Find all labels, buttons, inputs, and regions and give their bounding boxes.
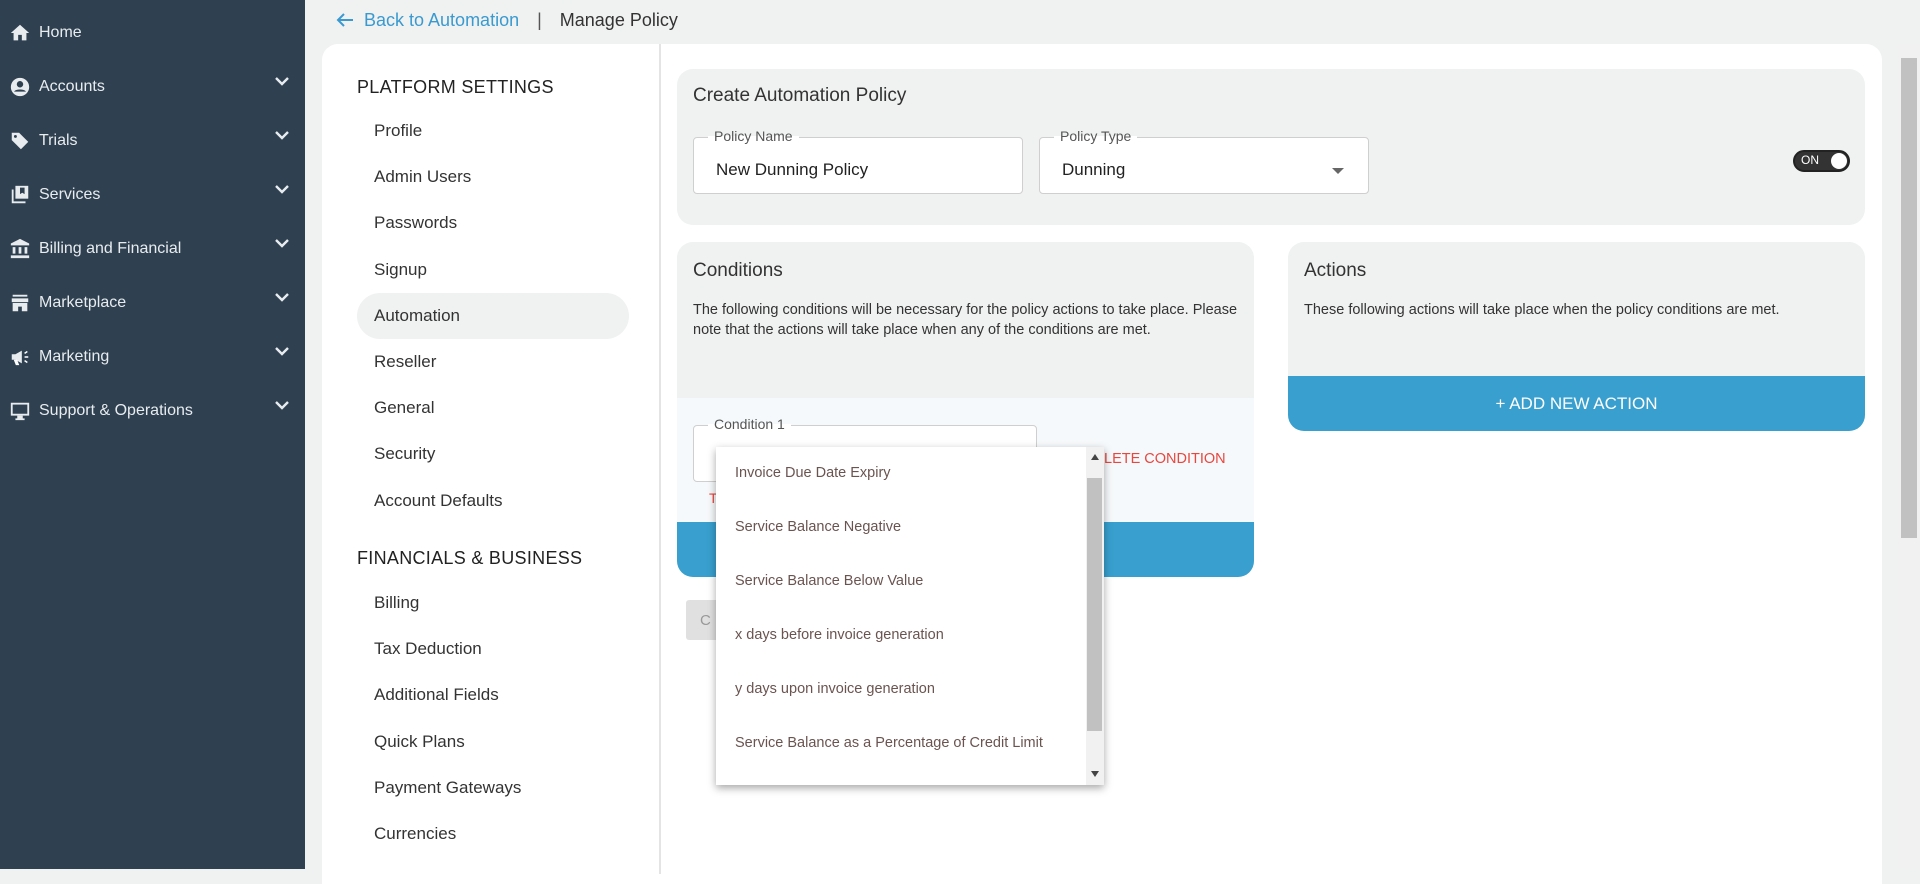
settings-item-payment-gateways[interactable]: Payment Gateways <box>374 774 521 802</box>
megaphone-icon <box>8 345 32 369</box>
toggle-knob <box>1831 153 1847 169</box>
condition-dropdown-menu: Invoice Due Date Expiry Service Balance N… <box>716 447 1104 785</box>
caret-down-icon <box>1332 168 1344 174</box>
bank-icon <box>8 237 32 261</box>
dropdown-scrollbar[interactable] <box>1086 447 1104 785</box>
sidebar-item-trials[interactable]: Trials <box>0 121 305 161</box>
settings-item-passwords[interactable]: Passwords <box>374 209 457 237</box>
create-policy-card: Create Automation Policy Policy Name New… <box>677 69 1865 225</box>
scroll-up-icon[interactable] <box>1091 454 1099 460</box>
card-title: Create Automation Policy <box>693 85 907 106</box>
sidebar-item-billing-and-financial[interactable]: Billing and Financial <box>0 229 305 269</box>
divider <box>659 44 661 874</box>
sidebar-item-home[interactable]: Home <box>0 13 305 53</box>
toggle-label: ON <box>1801 153 1819 167</box>
account-circle-icon <box>8 75 32 99</box>
section-heading: PLATFORM SETTINGS <box>357 77 554 97</box>
actions-card: Actions These following actions will tak… <box>1288 242 1865 431</box>
page-scrollbar[interactable] <box>1898 44 1920 869</box>
sidebar-item-marketing[interactable]: Marketing <box>0 337 305 377</box>
settings-item-billing[interactable]: Billing <box>374 589 419 617</box>
chevron-down-icon[interactable] <box>275 347 289 357</box>
chevron-down-icon[interactable] <box>275 239 289 249</box>
settings-item-security[interactable]: Security <box>374 440 435 468</box>
settings-item-profile[interactable]: Profile <box>374 117 422 145</box>
scrollbar-thumb[interactable] <box>1901 58 1917 538</box>
dropdown-option[interactable]: Invoice Due Date Expiry <box>735 465 891 481</box>
chevron-down-icon[interactable] <box>275 131 289 141</box>
dropdown-option[interactable]: y days upon invoice generation <box>735 681 935 697</box>
sidebar: Home Accounts Trials Services Billing and Fi… <box>0 0 305 869</box>
sidebar-item-services[interactable]: Services <box>0 175 305 215</box>
chevron-down-icon[interactable] <box>275 401 289 411</box>
dropdown-option[interactable]: Service Balance Negative <box>735 519 901 535</box>
policy-type-select[interactable]: Policy Type Dunning <box>1039 128 1369 194</box>
chevron-down-icon[interactable] <box>275 77 289 87</box>
home-icon <box>8 21 32 45</box>
dropdown-option[interactable]: Service Balance as a Percentage of Credi… <box>735 735 1043 751</box>
conditions-description: The following conditions will be necessa… <box>693 302 1238 338</box>
policy-active-toggle[interactable]: ON <box>1793 150 1850 172</box>
sidebar-item-support-operations[interactable]: Support & Operations <box>0 391 305 431</box>
settings-item-quick-plans[interactable]: Quick Plans <box>374 728 465 756</box>
sidebar-item-label: Accounts <box>39 78 105 95</box>
sidebar-item-accounts[interactable]: Accounts <box>0 67 305 107</box>
field-label: Condition 1 <box>708 416 791 432</box>
arrow-left-icon <box>336 13 353 27</box>
settings-item-automation[interactable]: Automation <box>357 292 629 339</box>
settings-item-admin-users[interactable]: Admin Users <box>374 163 471 191</box>
tag-icon <box>8 129 32 153</box>
settings-item-account-defaults[interactable]: Account Defaults <box>374 487 503 515</box>
card-title: Actions <box>1304 260 1367 281</box>
scrollbar-thumb[interactable] <box>1087 478 1102 731</box>
monitor-icon <box>8 399 32 423</box>
field-label: Policy Type <box>1054 128 1138 144</box>
field-value: Dunning <box>1062 160 1126 179</box>
sidebar-item-label: Billing and Financial <box>39 240 182 257</box>
back-link[interactable]: Back to Automation <box>336 10 519 31</box>
page-title: Manage Policy <box>559 9 678 30</box>
settings-item-signup[interactable]: Signup <box>374 256 427 284</box>
sidebar-item-label: Services <box>39 186 101 203</box>
scroll-down-icon[interactable] <box>1091 771 1099 777</box>
add-new-action-button[interactable]: + ADD NEW ACTION <box>1288 376 1865 431</box>
field-label: Policy Name <box>708 128 799 144</box>
settings-item-general[interactable]: General <box>374 394 434 422</box>
dropdown-option[interactable]: x days before invoice generation <box>735 627 944 643</box>
settings-item-additional-fields[interactable]: Additional Fields <box>374 681 499 709</box>
card-title: Conditions <box>693 260 783 281</box>
settings-item-tax-deduction[interactable]: Tax Deduction <box>374 635 482 663</box>
sidebar-item-label: Marketing <box>39 348 110 365</box>
sidebar-item-label: Trials <box>39 132 78 149</box>
sidebar-item-marketplace[interactable]: Marketplace <box>0 283 305 323</box>
chevron-down-icon[interactable] <box>275 293 289 303</box>
settings-item-currencies[interactable]: Currencies <box>374 820 456 848</box>
breadcrumb-separator: | <box>537 9 542 30</box>
policy-name-field[interactable]: Policy Name New Dunning Policy <box>693 128 1023 194</box>
breadcrumb: Back to Automation | Manage Policy <box>336 8 678 32</box>
field-value: New Dunning Policy <box>716 160 869 179</box>
sidebar-item-label: Marketplace <box>39 294 127 311</box>
library-icon <box>8 183 32 207</box>
actions-description: These following actions will take place … <box>1304 302 1780 318</box>
sidebar-item-label: Support & Operations <box>39 402 193 419</box>
delete-condition-button[interactable]: LETE CONDITION <box>1104 451 1226 467</box>
section-heading: FINANCIALS & BUSINESS <box>357 548 583 568</box>
settings-item-reseller[interactable]: Reseller <box>374 348 436 376</box>
chevron-down-icon[interactable] <box>275 185 289 195</box>
dropdown-option[interactable]: Service Balance Below Value <box>735 573 923 589</box>
store-icon <box>8 291 32 315</box>
back-link-label: Back to Automation <box>364 9 520 30</box>
sidebar-item-label: Home <box>39 24 82 41</box>
